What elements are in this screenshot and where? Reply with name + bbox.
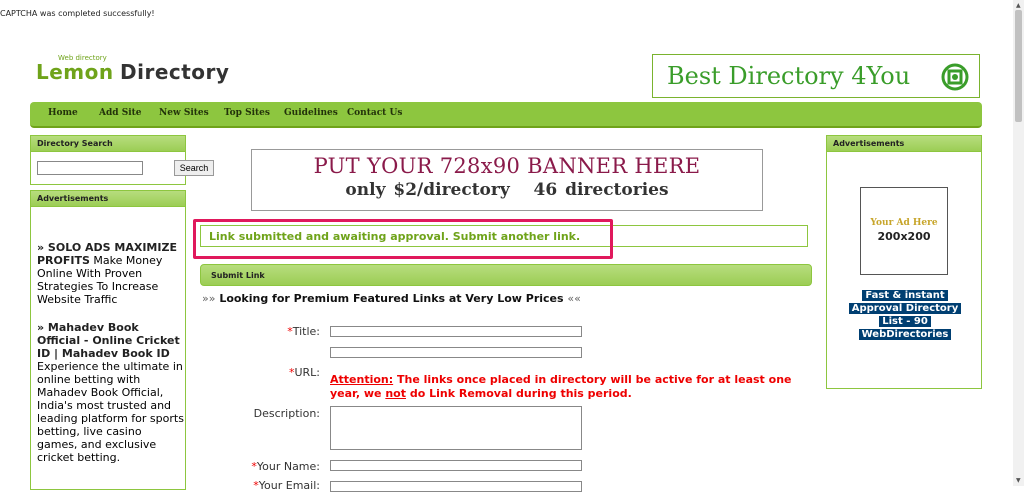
attention-notice: Attention: The links once placed in dire… [330,373,810,401]
ad-200x200[interactable]: Your Ad Here 200x200 [860,187,948,275]
search-button[interactable]: Search [174,160,214,176]
title-input-2[interactable] [330,347,582,358]
your-name-label: *Your Name: [200,460,320,473]
banner-price: only $2/directory [345,180,510,200]
best-directory-banner[interactable]: Best Directory 4You [652,54,980,98]
submit-link-title: Submit Link [211,271,265,280]
site-logo[interactable]: Web directory Lemon Directory [36,54,236,86]
url-label-text: URL: [294,366,320,379]
scroll-up-icon[interactable]: ▲ [1016,2,1021,9]
nav-top-sites[interactable]: Top Sites [224,108,270,118]
premium-suffix: «« [567,292,581,305]
submit-link-header: Submit Link [200,264,812,286]
your-email-input[interactable] [330,481,582,492]
ad-solo-ads[interactable]: » SOLO ADS MAXIMIZE PROFITS Make Money O… [37,241,185,306]
center-banner-ad[interactable]: PUT YOUR 728x90 BANNER HERE only $2/dire… [251,149,763,211]
ad-mahadev-title[interactable]: » Mahadev Book Official - Online Cricket… [37,321,180,360]
scroll-down-icon[interactable]: ▼ [1016,477,1021,484]
captcha-message: CAPTCHA was completed successfully! [0,9,155,18]
url-label: *URL: [200,366,320,379]
nav-contact-us[interactable]: Contact Us [347,108,402,118]
premium-links-heading[interactable]: »» Looking for Premium Featured Links at… [202,292,581,305]
ad-mahadev-text: Experience the ultimate in online bettin… [37,360,184,464]
banner-line-2: only $2/directory 46 directories [252,180,762,200]
nav-home[interactable]: Home [48,108,78,118]
right-ads-title: Advertisements [827,136,981,152]
description-label: Description: [253,407,320,420]
fast-ad-line: WebDirectories [858,329,952,340]
nav-guidelines[interactable]: Guidelines [284,108,338,118]
knot-logo-icon [941,63,969,91]
fast-ad-line: List - 90 [879,316,931,327]
banner-count: 46 directories [533,180,669,200]
banner-text: Best Directory 4You [667,62,911,90]
logo-word-lemon: Lemon [36,60,114,84]
main-nav: Home Add Site New Sites Top Sites Guidel… [30,102,982,128]
your-ad-here-label: Your Ad Here [870,218,938,228]
logo-word-directory: Directory [120,60,230,84]
attention-label: Attention: [330,373,394,386]
title-label-text: Title: [292,325,320,338]
fast-ad-line: Approval Directory [848,303,962,314]
nav-new-sites[interactable]: New Sites [159,108,209,118]
left-ads-title: Advertisements [31,191,185,207]
directory-search-title: Directory Search [31,136,185,152]
attention-text-2: do Link Removal during this period. [409,387,632,400]
right-advertisements-box: Advertisements Your Ad Here 200x200 Fast… [826,135,982,389]
fast-approval-ad[interactable]: Fast & instant Approval Directory List -… [835,289,975,341]
status-highlight-frame [193,219,613,259]
title-input[interactable] [330,326,582,337]
banner-line-1: PUT YOUR 728x90 BANNER HERE [313,154,701,178]
premium-text[interactable]: Looking for Premium Featured Links at Ve… [219,292,563,305]
your-name-input[interactable] [330,460,582,471]
search-input[interactable] [37,161,143,175]
directory-search-box: Directory Search Search [30,135,214,185]
nav-add-site[interactable]: Add Site [99,108,142,118]
description-textarea[interactable] [330,406,582,450]
left-advertisements-box: Advertisements » SOLO ADS MAXIMIZE PROFI… [30,190,186,490]
premium-prefix: »» [202,292,216,305]
scrollbar-thumb[interactable] [1015,10,1022,122]
ad-mahadev-book[interactable]: » Mahadev Book Official - Online Cricket… [37,321,185,464]
title-label: *Title: [200,325,320,338]
vertical-scrollbar[interactable]: ▲ ▼ [1013,0,1024,486]
your-name-label-text: Your Name: [256,460,320,473]
fast-ad-line: Fast & instant [862,290,948,301]
ad-size-label: 200x200 [877,230,931,243]
attention-not: not [385,387,406,400]
